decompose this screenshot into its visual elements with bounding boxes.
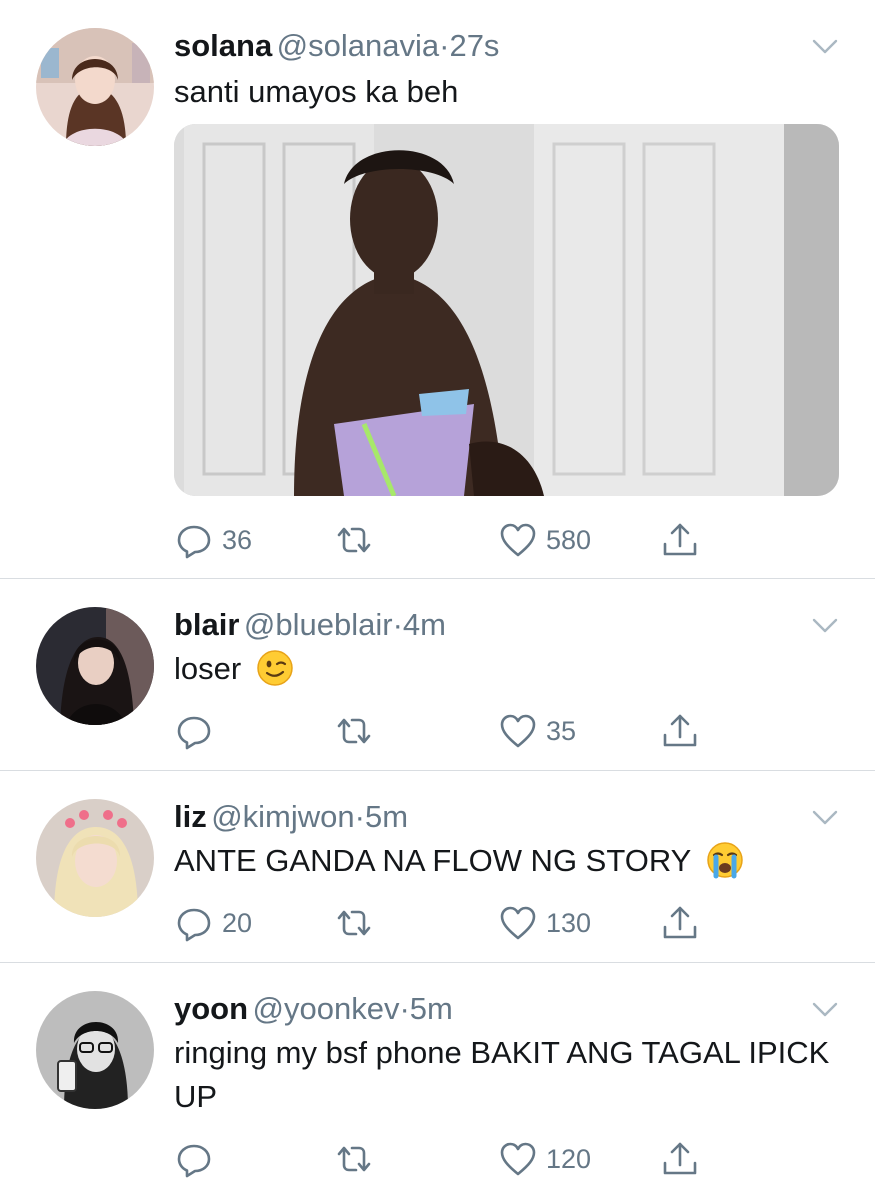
- user-handle[interactable]: @blueblair: [244, 607, 393, 642]
- like-button[interactable]: 35: [498, 709, 576, 753]
- like-button[interactable]: 130: [498, 901, 591, 945]
- tweet-text-content: loser: [174, 651, 242, 686]
- reply-icon: [174, 711, 214, 751]
- timestamp[interactable]: 5m: [365, 799, 408, 834]
- tweet-photo[interactable]: [174, 124, 839, 496]
- retweet-button[interactable]: [334, 901, 382, 945]
- like-count: 35: [546, 715, 577, 746]
- chevron-down-icon[interactable]: [811, 803, 839, 831]
- loudly-crying-face-emoji-icon: [707, 842, 744, 879]
- like-button[interactable]: 120: [498, 1137, 591, 1181]
- reply-count: 36: [222, 524, 253, 555]
- separator-dot: ·: [392, 607, 403, 642]
- tweet-actions: 20 130: [174, 901, 734, 945]
- heart-icon: [498, 903, 538, 943]
- separator-dot: ·: [354, 799, 365, 834]
- retweet-button[interactable]: [334, 518, 382, 562]
- chevron-down-icon[interactable]: [811, 995, 839, 1023]
- avatar[interactable]: [36, 28, 154, 146]
- tweet-text-content: ringing my bsf phone BAKIT ANG TAGAL IPI…: [174, 1035, 830, 1114]
- tweet-text-content: santi umayos ka beh: [174, 74, 459, 109]
- user-handle[interactable]: @yoonkev: [253, 991, 400, 1026]
- reply-icon: [174, 903, 214, 943]
- heart-icon: [498, 711, 538, 751]
- avatar[interactable]: [36, 799, 154, 917]
- like-count: 580: [546, 524, 592, 555]
- like-count: 120: [546, 1143, 592, 1174]
- tweet[interactable]: solana @solanavia·27s santi umayos ka be…: [0, 0, 875, 578]
- separator-dot: ·: [439, 28, 450, 63]
- reply-button[interactable]: 20: [174, 901, 252, 945]
- reply-icon: [174, 1139, 214, 1179]
- chevron-down-icon[interactable]: [811, 32, 839, 60]
- user-name[interactable]: liz: [174, 799, 207, 834]
- share-icon: [660, 1139, 700, 1179]
- share-button[interactable]: [660, 518, 700, 562]
- share-button[interactable]: [660, 1137, 700, 1181]
- retweet-icon: [334, 903, 374, 943]
- separator-dot: ·: [399, 991, 410, 1026]
- tweet[interactable]: blair @blueblair·4m loser 35: [0, 579, 875, 770]
- avatar[interactable]: [36, 607, 154, 725]
- timestamp[interactable]: 5m: [410, 991, 453, 1026]
- reply-icon: [174, 520, 214, 560]
- share-button[interactable]: [660, 709, 700, 753]
- retweet-icon: [334, 711, 374, 751]
- retweet-icon: [334, 1139, 374, 1179]
- heart-icon: [498, 1139, 538, 1179]
- tweet-text: ANTE GANDA NA FLOW NG STORY: [174, 839, 834, 883]
- tweet-text: ringing my bsf phone BAKIT ANG TAGAL IPI…: [174, 1031, 834, 1119]
- share-button[interactable]: [660, 901, 700, 945]
- avatar[interactable]: [36, 991, 154, 1109]
- like-button[interactable]: 580: [498, 518, 591, 562]
- user-handle[interactable]: @solanavia: [277, 28, 439, 63]
- tweet[interactable]: liz @kimjwon·5m ANTE GANDA NA FLOW NG ST…: [0, 771, 875, 962]
- winking-face-emoji-icon: [257, 650, 293, 686]
- share-icon: [660, 520, 700, 560]
- tweet-text: loser: [174, 647, 834, 691]
- tweet-text: santi umayos ka beh: [174, 70, 834, 114]
- like-count: 130: [546, 907, 592, 938]
- tweet-actions: 35: [174, 709, 734, 753]
- reply-button[interactable]: [174, 709, 222, 753]
- share-icon: [660, 711, 700, 751]
- tweet-actions: 36 580: [174, 518, 734, 562]
- retweet-button[interactable]: [334, 709, 382, 753]
- share-icon: [660, 903, 700, 943]
- reply-button[interactable]: [174, 1137, 222, 1181]
- user-handle[interactable]: @kimjwon: [211, 799, 354, 834]
- timestamp[interactable]: 4m: [403, 607, 446, 642]
- tweet-actions: 120: [174, 1137, 734, 1181]
- user-name[interactable]: blair: [174, 607, 239, 642]
- reply-button[interactable]: 36: [174, 518, 252, 562]
- retweet-button[interactable]: [334, 1137, 382, 1181]
- timestamp[interactable]: 27s: [449, 28, 499, 63]
- reply-count: 20: [222, 907, 253, 938]
- user-name[interactable]: yoon: [174, 991, 248, 1026]
- chevron-down-icon[interactable]: [811, 611, 839, 639]
- user-name[interactable]: solana: [174, 28, 272, 63]
- retweet-icon: [334, 520, 374, 560]
- heart-icon: [498, 520, 538, 560]
- tweet-text-content: ANTE GANDA NA FLOW NG STORY: [174, 843, 691, 878]
- tweet[interactable]: yoon @yoonkev·5m ringing my bsf phone BA…: [0, 963, 875, 1200]
